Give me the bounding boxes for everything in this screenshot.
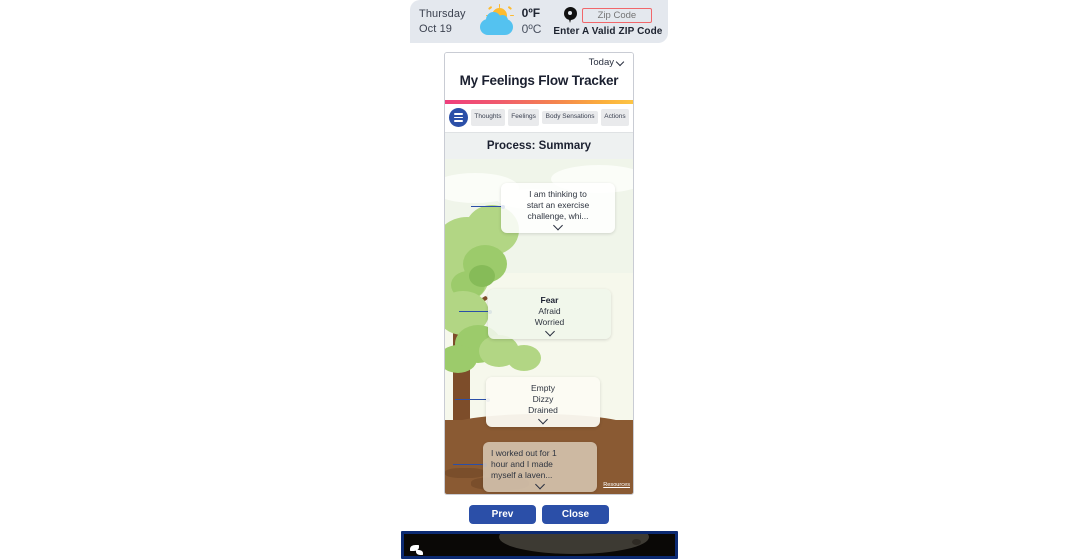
- body-sensation-node[interactable]: Empty Dizzy Drained: [486, 377, 600, 427]
- today-label: Today: [588, 57, 614, 68]
- footer-button-row: Prev Close: [444, 505, 634, 524]
- thought-line: start an exercise: [526, 200, 590, 211]
- action-line: I worked out for 1: [491, 448, 557, 458]
- banner-dot-shape: [632, 539, 641, 545]
- node-connector: [455, 397, 490, 403]
- tab-thoughts[interactable]: Thoughts: [471, 109, 505, 126]
- section-header: Process: Summary: [445, 132, 633, 159]
- tab-feelings[interactable]: Feelings: [507, 109, 540, 126]
- temp-fahrenheit: 0ºF: [521, 5, 541, 20]
- tab-bar: Thoughts Feelings Body Sensations Action…: [445, 104, 633, 132]
- feeling-title: Fear: [540, 295, 559, 305]
- feeling-node[interactable]: Fear Afraid Worried: [488, 289, 611, 339]
- zip-code-input[interactable]: [581, 7, 652, 23]
- card-header: Today My Feelings Flow Tracker: [445, 53, 633, 100]
- zip-error-message: Enter A Valid ZIP Code: [553, 25, 663, 37]
- chevron-down-icon[interactable]: [539, 416, 548, 425]
- chevron-down-icon: [617, 59, 624, 66]
- chevron-down-icon[interactable]: [554, 222, 563, 231]
- page-title: My Feelings Flow Tracker: [459, 73, 619, 88]
- tree-foliage: [507, 345, 541, 371]
- feelings-tracker-card: Today My Feelings Flow Tracker Thoughts …: [444, 52, 634, 495]
- chevron-down-icon[interactable]: [545, 328, 554, 337]
- weather-date: Oct 19: [419, 22, 453, 35]
- today-dropdown[interactable]: Today: [586, 56, 627, 69]
- zip-code-block: Enter A Valid ZIP Code: [553, 6, 663, 37]
- thought-node[interactable]: I am thinking to start an exercise chall…: [501, 183, 615, 233]
- sun-ray-icon: [509, 14, 514, 16]
- chevron-down-icon[interactable]: [536, 481, 545, 490]
- body-line: Dizzy: [532, 394, 554, 405]
- thought-line: I am thinking to: [529, 189, 587, 199]
- sun-ray-icon: [487, 5, 492, 10]
- body-line: Empty: [530, 383, 556, 393]
- page-root: Thursday Oct 19 0ºF 0ºC Enter A Valid ZI…: [0, 0, 1080, 559]
- close-button[interactable]: Close: [542, 505, 609, 524]
- location-pin-icon: [563, 6, 577, 24]
- prev-button[interactable]: Prev: [469, 505, 536, 524]
- action-node[interactable]: I worked out for 1 hour and I made mysel…: [483, 442, 597, 492]
- cloud-icon: [479, 11, 513, 35]
- node-connector: [471, 204, 505, 210]
- weather-day: Thursday: [419, 8, 466, 21]
- weather-temps: 0ºF 0ºC: [522, 6, 542, 37]
- temp-celsius: 0ºC: [521, 21, 542, 36]
- feeling-line: Afraid: [538, 306, 561, 317]
- action-line: hour and I made: [491, 459, 553, 470]
- resources-link[interactable]: Resources: [603, 482, 630, 488]
- sun-ray-icon: [498, 3, 501, 8]
- weather-bar: Thursday Oct 19 0ºF 0ºC Enter A Valid ZI…: [410, 0, 668, 43]
- tab-actions[interactable]: Actions: [600, 109, 629, 126]
- hamburger-menu-icon[interactable]: [449, 108, 468, 127]
- flow-illustration: I am thinking to start an exercise chall…: [445, 159, 633, 494]
- banner-logo-icon: [410, 543, 423, 556]
- bottom-banner[interactable]: [401, 531, 678, 559]
- tree-root: [445, 468, 485, 478]
- node-connector: [459, 309, 492, 315]
- sun-ray-icon: [507, 5, 512, 10]
- tab-body-sensations[interactable]: Body Sensations: [542, 111, 598, 124]
- node-connector: [453, 462, 487, 468]
- weather-date-block: Thursday Oct 19: [419, 7, 466, 35]
- weather-icon: [476, 3, 520, 40]
- tree-foliage: [469, 265, 495, 287]
- today-row: Today: [451, 56, 627, 69]
- banner-arc-shape: [499, 534, 649, 554]
- banner-inner: [404, 534, 675, 556]
- zip-input-row: [563, 6, 652, 24]
